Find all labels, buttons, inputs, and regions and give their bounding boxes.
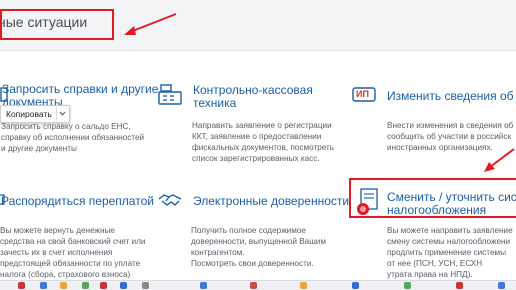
card-desc-cash-register: Направить заявление о регистрации ККТ, з…: [192, 121, 335, 163]
taskbar-app-icon[interactable]: [250, 282, 257, 289]
taskbar-app-icon[interactable]: [100, 282, 107, 289]
ip-badge-icon: ИП: [352, 86, 378, 104]
taskbar-app-icon[interactable]: [456, 282, 463, 289]
taskbar-app-icon[interactable]: [40, 282, 47, 289]
taskbar-app-icon[interactable]: [352, 282, 359, 289]
taskbar-app-icon[interactable]: [142, 282, 149, 289]
ip-badge-label: ИП: [356, 89, 369, 99]
header-highlight-box: [0, 9, 114, 40]
taskbar-app-icon[interactable]: [404, 282, 411, 289]
arrow-annotation-top: [124, 13, 177, 35]
card-title-manage-overpayment[interactable]: Распорядиться переплатой: [1, 195, 154, 208]
chevron-down-icon[interactable]: [56, 107, 68, 121]
taskbar-app-icon[interactable]: [200, 282, 207, 289]
card-desc-electronic-poa: Получить полное содержимое доверенности,…: [191, 226, 327, 268]
card-desc-change-tax-system: Вы можете направить заявление смену сист…: [387, 226, 513, 279]
card-title-electronic-poa[interactable]: Электронные доверенности: [193, 195, 349, 208]
tax-system-highlight-box: [349, 178, 516, 218]
card-desc-request-documents: Запросить справку о сальдо ЕНС, справку …: [1, 122, 145, 153]
taskbar-app-icon[interactable]: [60, 282, 67, 289]
cash-register-icon: [158, 84, 182, 105]
copy-button[interactable]: Копировать: [2, 107, 56, 121]
arrow-annotation-right: [484, 148, 515, 172]
taskbar-app-icon[interactable]: [498, 282, 505, 289]
handshake-icon: [158, 194, 182, 206]
taskbar-app-icon[interactable]: [82, 282, 89, 289]
card-desc-manage-overpayment: Вы можете вернуть денежные средства на с…: [0, 226, 146, 279]
taskbar-app-icon[interactable]: [120, 282, 127, 289]
taskbar-app-icon[interactable]: [18, 282, 25, 289]
copy-context-menu: Копировать: [0, 105, 70, 123]
card-title-change-ip-details[interactable]: Изменить сведения об И: [387, 90, 516, 103]
card-title-cash-register[interactable]: Контрольно-кассовая техника: [193, 84, 313, 110]
taskbar-app-icon[interactable]: [300, 282, 307, 289]
